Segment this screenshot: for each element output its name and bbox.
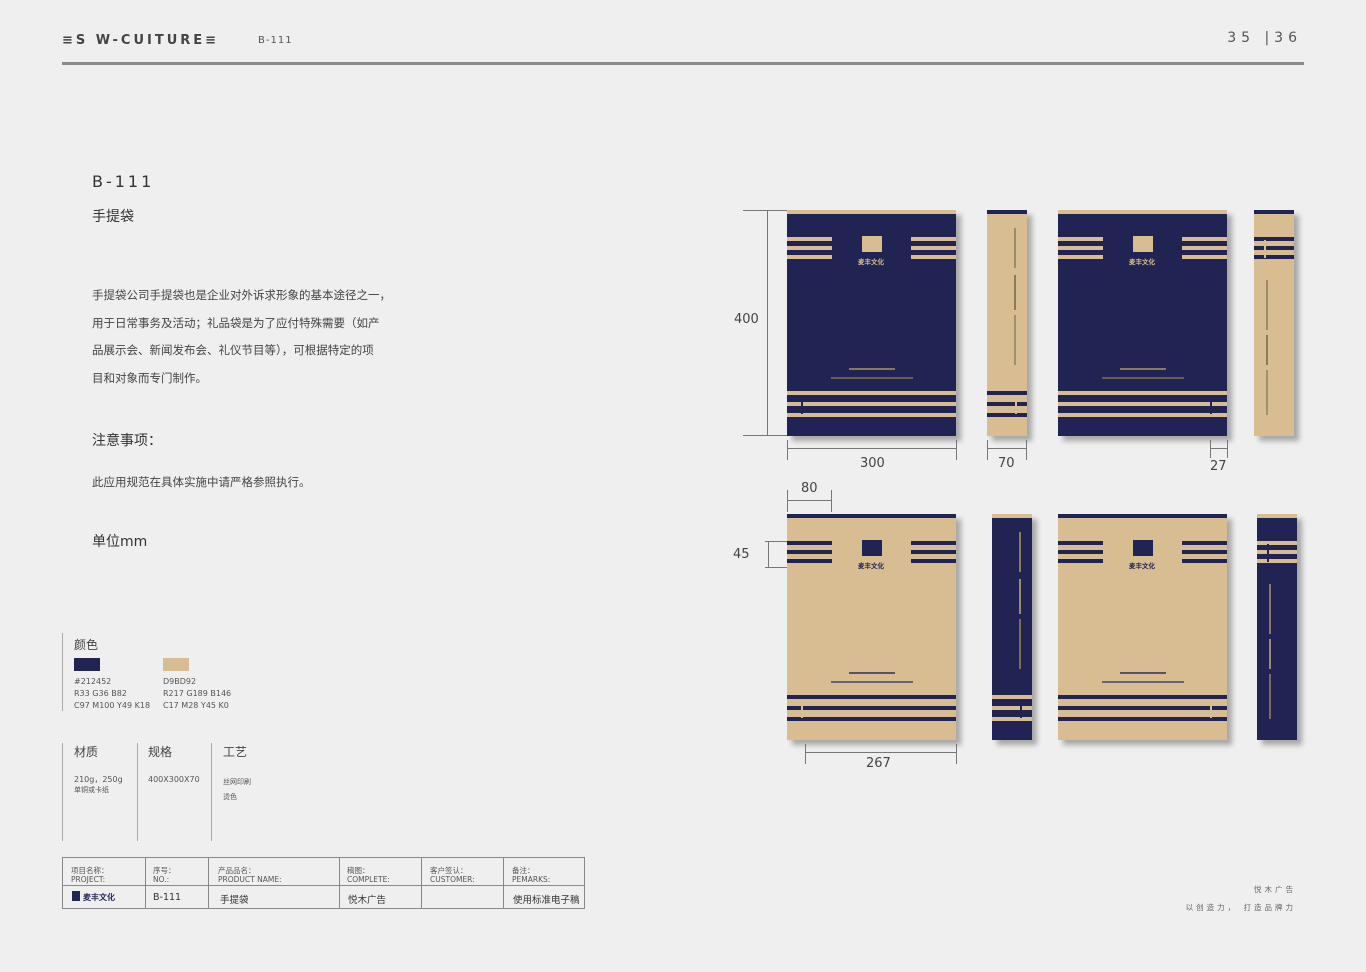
table-label-project: 项目名称： PROJECT: — [71, 866, 109, 884]
table-label-product: 产品品名： PRODUCT NAME: — [218, 866, 282, 884]
header-brand: ≡S W-CUITURE≡ — [62, 33, 220, 48]
bag-navy-side — [992, 514, 1032, 740]
color-info-navy: #212452 R33 G36 B82 C97 M100 Y49 K18 — [74, 677, 151, 710]
dim-depth-label: 70 — [998, 456, 1015, 471]
table-label-remarks: 备注： PEMARKS: — [512, 866, 551, 884]
dim-offset-label: 80 — [801, 481, 818, 496]
footer-slogan: 以创造力， 打造品牌力 — [1185, 903, 1296, 912]
bag-tan-front: 麦丰文化 — [787, 514, 956, 740]
table-logo-icon — [72, 891, 80, 901]
dim-line — [743, 435, 787, 436]
colors-divider — [62, 633, 63, 711]
bag-navy-side-2 — [1257, 514, 1297, 740]
logo-icon — [862, 540, 882, 556]
project-table: 项目名称： PROJECT: 序号： NO.: 产品品名： PRODUCT NAME:… — [62, 857, 585, 909]
dim-width-label: 300 — [860, 456, 885, 471]
table-value-no: B-111 — [153, 892, 182, 903]
spec-divider — [137, 743, 138, 841]
spec-divider — [211, 743, 212, 841]
notice-heading: 注意事项： — [92, 433, 162, 449]
bag-tan-side-2 — [1254, 210, 1294, 436]
header-code: B-111 — [258, 35, 293, 46]
dim-strip-label: 45 — [733, 547, 750, 562]
spec-craft-value: 丝网印刷 烫色 — [223, 778, 251, 801]
spec-size-value: 400X300X70 — [148, 775, 200, 784]
bag-tan-back: 麦丰文化 — [1058, 514, 1227, 740]
dim-line — [743, 210, 787, 211]
logo-icon — [1133, 540, 1153, 556]
dim-gusset-label: 27 — [1210, 459, 1227, 474]
bag-tan-side — [987, 210, 1027, 436]
spec-size-heading: 规格 — [148, 745, 173, 759]
item-code: B-111 — [92, 172, 155, 191]
dim-height-label: 400 — [734, 312, 759, 327]
description-line: 品展示会、新闻发布会、礼仪节目等），可根据特定的项 — [92, 343, 374, 357]
spec-divider — [62, 743, 63, 841]
color-swatch-navy — [74, 658, 100, 671]
table-value-complete: 悦木广告 — [348, 895, 387, 906]
color-info-tan: D9BD92 R217 G189 B146 C17 M28 Y45 K0 — [163, 677, 232, 710]
description-line: 用于日常事务及活动；礼品袋是为了应付特殊需要（如产 — [92, 315, 380, 330]
table-label-customer: 客户签认： CUSTOMER: — [430, 866, 475, 884]
color-swatch-tan — [163, 658, 189, 671]
spec-material-value: 210g，250g 单铜或卡纸 — [74, 775, 123, 794]
unit-label: 单位mm — [92, 534, 148, 550]
table-logo-text: 麦丰文化 — [83, 893, 115, 902]
logo-icon — [862, 236, 882, 252]
table-value-remarks: 使用标准电子稿 — [513, 895, 580, 906]
spec-craft-heading: 工艺 — [223, 745, 248, 759]
logo-icon — [1133, 236, 1153, 252]
item-name: 手提袋 — [92, 209, 134, 225]
description-line: 目和对象而专门制作。 — [92, 370, 207, 385]
header-rule — [62, 62, 1304, 65]
table-label-complete: 稿图： COMPLETE: — [347, 866, 390, 884]
table-value-product: 手提袋 — [220, 895, 249, 906]
description-line: 手提袋公司手提袋也是企业对外诉求形象的基本途径之一， — [92, 288, 391, 302]
bag-navy-front: 麦丰文化 — [787, 210, 956, 436]
dim-inner-label: 267 — [866, 756, 891, 771]
colors-heading: 颜色 — [74, 638, 99, 652]
footer-company: 悦木广告 — [1254, 885, 1296, 894]
description: 手提袋公司手提袋也是企业对外诉求形象的基本途径之一， 用于日常事务及活动；礼品袋… — [92, 282, 422, 392]
notice-text: 此应用规范在具体实施中请严格参照执行。 — [92, 475, 311, 489]
spec-material-heading: 材质 — [74, 745, 99, 759]
page-number: 35 |36 — [1227, 30, 1302, 46]
bag-navy-back: 麦丰文化 — [1058, 210, 1227, 436]
dim-line — [767, 210, 768, 436]
table-label-no: 序号： NO.: — [153, 866, 176, 884]
